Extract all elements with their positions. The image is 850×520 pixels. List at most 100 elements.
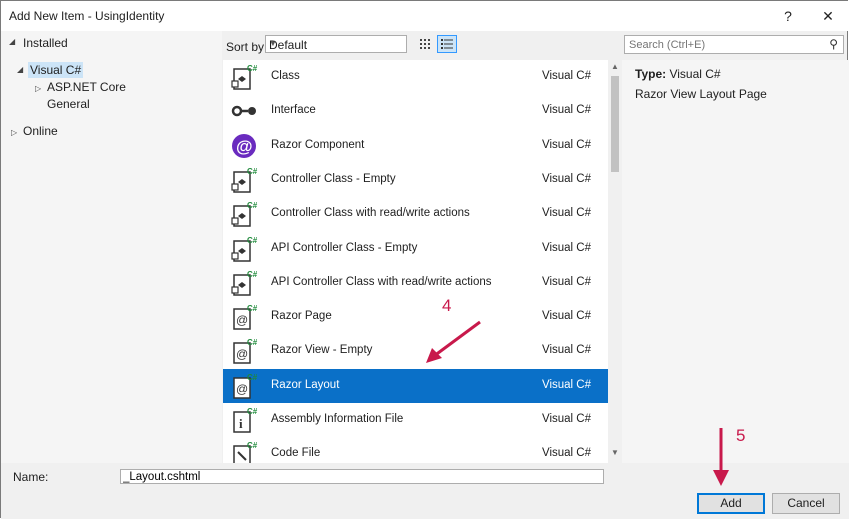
template-item-name: Controller Class with read/write actions [271, 207, 470, 220]
controller-icon: C# [230, 200, 258, 228]
controller-icon: C# [230, 269, 258, 297]
svg-text:C#: C# [247, 270, 258, 279]
tree-item-visual-csharp[interactable]: Visual C# [28, 62, 84, 78]
expand-arrow-icon[interactable]: ▷ [35, 84, 41, 93]
template-item-name: API Controller Class with read/write act… [271, 275, 492, 288]
template-item-name: Razor Page [271, 310, 332, 323]
template-item-name: Assembly Information File [271, 413, 404, 425]
close-button[interactable]: ✕ [813, 5, 843, 27]
scrollbar-thumb[interactable] [611, 76, 619, 172]
annotation-arrow-4 [426, 320, 481, 363]
tree-item-installed[interactable]: Installed [23, 35, 68, 51]
type-label: Type: [635, 67, 667, 81]
template-item[interactable]: Interface Visual C# [223, 94, 608, 128]
tree-item-general[interactable]: General [47, 96, 90, 112]
template-item-language: Visual C# [542, 378, 592, 391]
svg-text:C#: C# [247, 201, 258, 210]
cancel-button[interactable]: Cancel [772, 493, 840, 514]
template-item-language: Visual C# [542, 275, 592, 288]
svg-text:C#: C# [247, 304, 258, 313]
name-label: Name: [13, 470, 49, 484]
tree-item-aspnet-core[interactable]: ASP.NET Core [47, 79, 126, 95]
controller-icon: C# [230, 166, 258, 194]
template-item[interactable]: @ C# Razor View - Empty Visual C# [223, 334, 608, 368]
template-item-name: Razor Layout [271, 378, 340, 391]
list-view-button[interactable] [437, 35, 457, 53]
svg-text:C#: C# [247, 64, 258, 73]
type-row: Type: Visual C# [635, 67, 721, 81]
template-item-language: Visual C# [542, 241, 592, 254]
template-item[interactable]: C# API Controller Class with read/write a… [223, 266, 608, 300]
sort-dropdown[interactable]: Default ▼ [265, 35, 407, 53]
type-value: Visual C# [669, 67, 721, 81]
title-bar: Add New Item - UsingIdentity ? ✕ [1, 1, 849, 31]
template-item-name: Code File [271, 447, 321, 460]
template-item-language: Visual C# [542, 447, 592, 460]
razor-page-icon: @ C# [230, 303, 258, 331]
template-item-name: Class [271, 70, 300, 82]
name-field[interactable] [120, 469, 604, 484]
razor-component-icon: @ [230, 132, 258, 160]
template-item-language: Visual C# [542, 138, 592, 151]
code-file-icon: C# [230, 440, 258, 463]
template-item[interactable]: @ C# Razor Page Visual C# [223, 300, 608, 334]
add-button[interactable]: Add [697, 493, 765, 514]
template-item[interactable]: C# API Controller Class - Empty Visual C# [223, 232, 608, 266]
template-item-language: Visual C# [542, 172, 592, 185]
template-item[interactable]: @ C# Razor Layout Visual C# [223, 368, 608, 403]
scroll-down-icon[interactable]: ▼ [611, 448, 619, 457]
svg-text:@: @ [236, 382, 248, 396]
template-item[interactable]: C# Controller Class with read/write actio… [223, 197, 608, 231]
template-item[interactable]: C# Class Visual C# [223, 60, 608, 94]
list-toolbar: Sort by: Default ▼ [222, 31, 628, 59]
template-item-language: Visual C# [542, 207, 592, 220]
razor-page-icon: @ C# [230, 337, 258, 365]
scroll-up-icon[interactable]: ▲ [611, 62, 619, 71]
template-item-name: Razor Component [271, 138, 365, 151]
collapse-arrow-icon[interactable]: ◢ [17, 65, 23, 74]
search-icon[interactable]: ⚲ [829, 37, 838, 51]
svg-text:C#: C# [247, 407, 258, 416]
template-item-language: Visual C# [542, 104, 592, 117]
search-box[interactable]: ⚲ [624, 35, 844, 54]
svg-text:C#: C# [247, 236, 258, 245]
template-item-language: Visual C# [542, 413, 592, 425]
template-item-language: Visual C# [542, 310, 592, 323]
svg-text:C#: C# [247, 373, 258, 382]
item-description: Razor View Layout Page [635, 87, 767, 101]
razor-page-icon: @ C# [230, 372, 258, 400]
grid-view-icon [420, 39, 430, 49]
details-pane: Type: Visual C# Razor View Layout Page [622, 60, 849, 463]
step-5-annotation: 5 [736, 426, 746, 445]
info-file-icon: i C# [230, 406, 258, 434]
template-item-language: Visual C# [542, 344, 592, 357]
help-button[interactable]: ? [773, 5, 803, 27]
template-item[interactable]: C# Code File Visual C# [223, 437, 608, 463]
list-scrollbar[interactable]: ▲ ▼ [608, 60, 622, 463]
svg-text:@: @ [236, 347, 248, 361]
template-item[interactable]: C# Controller Class - Empty Visual C# [223, 163, 608, 197]
small-icons-view-button[interactable] [415, 35, 435, 53]
template-item-name: Controller Class - Empty [271, 172, 396, 185]
svg-text:@: @ [236, 313, 248, 327]
tree-item-online[interactable]: Online [23, 123, 58, 139]
step-4-annotation: 4 [442, 296, 452, 315]
class-icon: C# [230, 63, 258, 91]
search-input[interactable] [627, 37, 821, 53]
collapse-arrow-icon[interactable]: ◢ [9, 37, 15, 46]
svg-text:C#: C# [247, 338, 258, 347]
template-item[interactable]: @ Razor Component Visual C# [223, 129, 608, 163]
template-item-name: Interface [271, 104, 316, 117]
window-title: Add New Item - UsingIdentity [9, 9, 165, 23]
sort-label: Sort by: [226, 40, 268, 54]
template-tree: ◢ Installed ◢ Visual C# ▷ ASP.NET Core G… [1, 31, 222, 463]
template-list: C# Class Visual C# Interface Visual C# @ Razor… [223, 60, 608, 463]
chevron-down-icon: ▼ [269, 39, 277, 48]
svg-text:C#: C# [247, 441, 258, 450]
svg-text:C#: C# [247, 167, 258, 176]
interface-icon [230, 97, 258, 125]
template-item[interactable]: i C# Assembly Information File Visual C# [223, 403, 608, 437]
svg-text:@: @ [236, 137, 253, 156]
expand-arrow-icon[interactable]: ▷ [11, 128, 17, 137]
template-item-name: Razor View - Empty [271, 344, 373, 357]
